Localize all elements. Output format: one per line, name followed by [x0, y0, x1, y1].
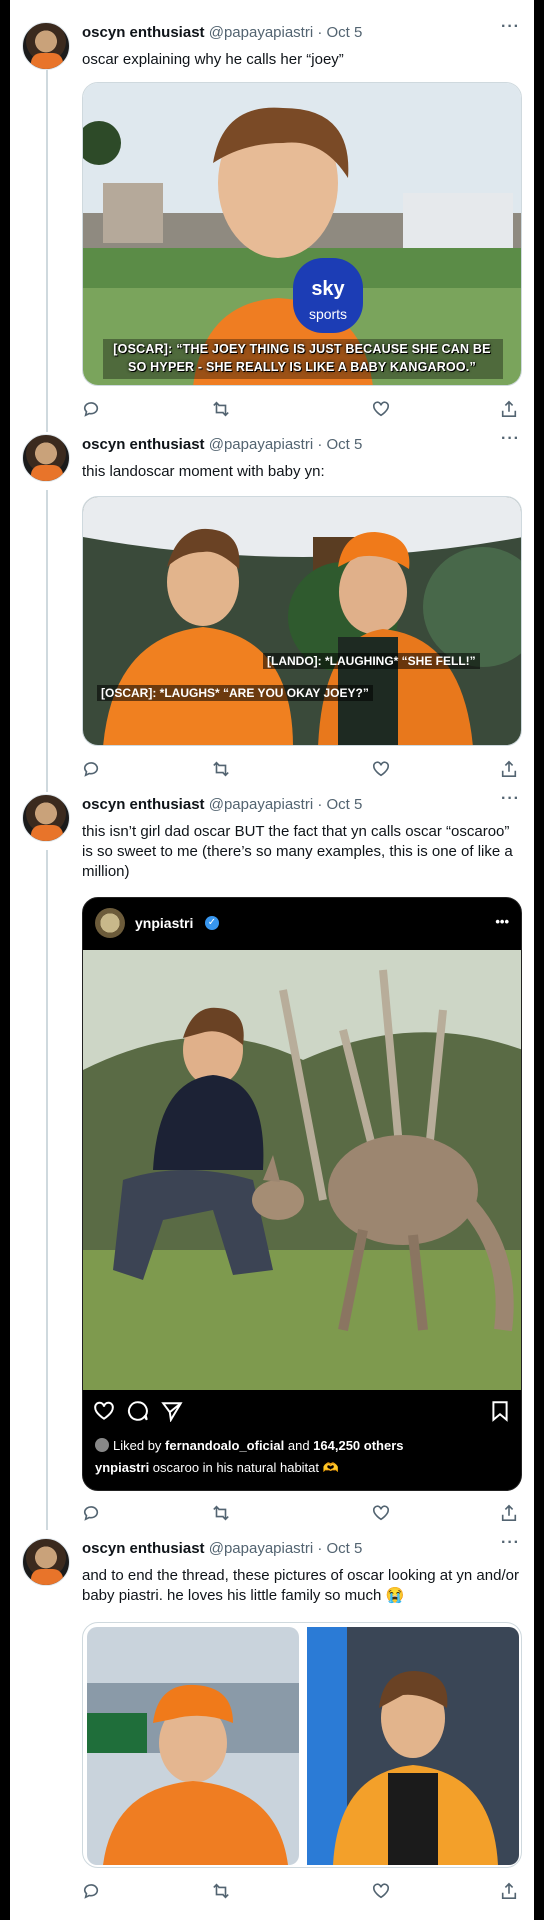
- photo-left: [87, 1627, 299, 1865]
- reply-icon[interactable]: [82, 1504, 102, 1524]
- liked-by-user[interactable]: fernandoalo_oficial: [165, 1438, 284, 1453]
- interview-photo: [83, 497, 521, 745]
- tweet-text: this landoscar moment with baby yn:: [82, 463, 325, 480]
- tweet-header: oscyn enthusiast @papayapiastri · Oct 5: [82, 1540, 362, 1557]
- share-icon[interactable]: [500, 760, 520, 780]
- tweet-header: oscyn enthusiast @papayapiastri · Oct 5: [82, 24, 362, 41]
- handle-time: @papayapiastri · Oct 5: [208, 436, 363, 453]
- liked-by-prefix: Liked by: [113, 1438, 166, 1453]
- tweet-header: oscyn enthusiast @papayapiastri · Oct 5: [82, 796, 362, 813]
- photo-right: [307, 1627, 519, 1865]
- ig-caption: ynpiastri oscaroo in his natural habitat…: [95, 1460, 339, 1476]
- author-name[interactable]: oscyn enthusiast: [82, 1540, 205, 1557]
- ig-comment-icon[interactable]: [127, 1400, 149, 1427]
- avatar[interactable]: [22, 1538, 70, 1586]
- svg-text:sky: sky: [311, 278, 345, 300]
- kangaroo-photo: [83, 950, 521, 1390]
- ig-like-icon[interactable]: [93, 1400, 115, 1427]
- like-icon[interactable]: [372, 400, 392, 420]
- avatar[interactable]: [22, 794, 70, 842]
- retweet-icon[interactable]: [212, 400, 232, 420]
- more-options-button[interactable]: ···: [501, 430, 520, 448]
- avatar[interactable]: [22, 22, 70, 70]
- retweet-icon[interactable]: [212, 1504, 232, 1524]
- ig-more-button[interactable]: •••: [495, 914, 509, 929]
- share-icon[interactable]: [500, 400, 520, 420]
- more-options-button[interactable]: ···: [501, 1534, 520, 1552]
- ig-liked-by: Liked by fernandoalo_oficial and 164,250…: [95, 1438, 404, 1453]
- ig-caption-user[interactable]: ynpiastri: [95, 1460, 149, 1475]
- author-name[interactable]: oscyn enthusiast: [82, 24, 205, 41]
- tweet-text: oscar explaining why he calls her “joey”: [82, 51, 344, 68]
- tweet-actions: [82, 1882, 522, 1902]
- tweet-header: oscyn enthusiast @papayapiastri · Oct 5: [82, 436, 362, 453]
- tweet-actions: [82, 400, 522, 420]
- tweet[interactable]: oscyn enthusiast @papayapiastri · Oct 5 …: [10, 430, 534, 784]
- handle-time: @papayapiastri · Oct 5: [208, 1540, 363, 1557]
- ig-caption-text: oscaroo in his natural habitat 🫶: [149, 1460, 339, 1475]
- reply-icon[interactable]: [82, 1882, 102, 1902]
- caption-line: SO HYPER - SHE REALLY IS LIKE A BABY KAN…: [128, 360, 476, 374]
- like-icon[interactable]: [372, 1504, 392, 1524]
- liked-by-count[interactable]: 164,250 others: [313, 1438, 403, 1453]
- tweet[interactable]: oscyn enthusiast @papayapiastri · Oct 5 …: [10, 1534, 534, 1908]
- ig-save-icon[interactable]: [489, 1400, 511, 1427]
- ig-avatar[interactable]: [95, 908, 125, 938]
- tweet-text: and to end the thread, these pictures of…: [82, 1567, 519, 1604]
- reply-icon[interactable]: [82, 400, 102, 420]
- tweet-actions: [82, 760, 522, 780]
- like-icon[interactable]: [372, 1882, 392, 1902]
- avatar[interactable]: [22, 434, 70, 482]
- more-options-button[interactable]: ···: [501, 790, 520, 808]
- share-icon[interactable]: [500, 1882, 520, 1902]
- instagram-embed[interactable]: ynpiastri ✓ ••• Liked by fernandoalo_ofi…: [82, 897, 522, 1491]
- tweet-actions: [82, 1504, 522, 1524]
- tweet-media[interactable]: sky sports [OSCAR]: “THE JOEY THING IS J…: [82, 82, 522, 386]
- thread-page: oscyn enthusiast @papayapiastri · Oct 5 …: [10, 0, 534, 1920]
- ig-username[interactable]: ynpiastri: [135, 915, 193, 931]
- author-name[interactable]: oscyn enthusiast: [82, 436, 205, 453]
- photo-grid: [87, 1627, 519, 1865]
- tweet[interactable]: oscyn enthusiast @papayapiastri · Oct 5 …: [10, 18, 534, 422]
- tweet-media[interactable]: [LANDO]: *LAUGHING* “SHE FELL!” [OSCAR]:…: [82, 496, 522, 746]
- caption-oscar: [OSCAR]: *LAUGHS* “ARE YOU OKAY JOEY?”: [97, 685, 373, 701]
- liked-by-avatar: [95, 1438, 109, 1452]
- caption-line: [OSCAR]: “THE JOEY THING IS JUST BECAUSE…: [113, 342, 491, 356]
- ig-share-icon[interactable]: [161, 1400, 183, 1427]
- ig-actions: [83, 1398, 521, 1427]
- handle-time: @papayapiastri · Oct 5: [208, 24, 363, 41]
- liked-by-mid: and: [284, 1438, 314, 1453]
- tweet-text: this isn’t girl dad oscar BUT the fact t…: [82, 823, 513, 880]
- like-icon[interactable]: [372, 760, 392, 780]
- handle-time: @papayapiastri · Oct 5: [208, 796, 363, 813]
- author-name[interactable]: oscyn enthusiast: [82, 796, 205, 813]
- tweet[interactable]: oscyn enthusiast @papayapiastri · Oct 5 …: [10, 790, 534, 1524]
- reply-icon[interactable]: [82, 760, 102, 780]
- caption-lando: [LANDO]: *LAUGHING* “SHE FELL!”: [263, 653, 480, 669]
- retweet-icon[interactable]: [212, 1882, 232, 1902]
- retweet-icon[interactable]: [212, 760, 232, 780]
- more-options-button[interactable]: ···: [501, 18, 520, 36]
- tweet-media[interactable]: [82, 1622, 522, 1868]
- verified-icon: ✓: [205, 916, 219, 930]
- ig-header: ynpiastri ✓ •••: [83, 898, 521, 950]
- share-icon[interactable]: [500, 1504, 520, 1524]
- svg-text:sports: sports: [309, 306, 347, 322]
